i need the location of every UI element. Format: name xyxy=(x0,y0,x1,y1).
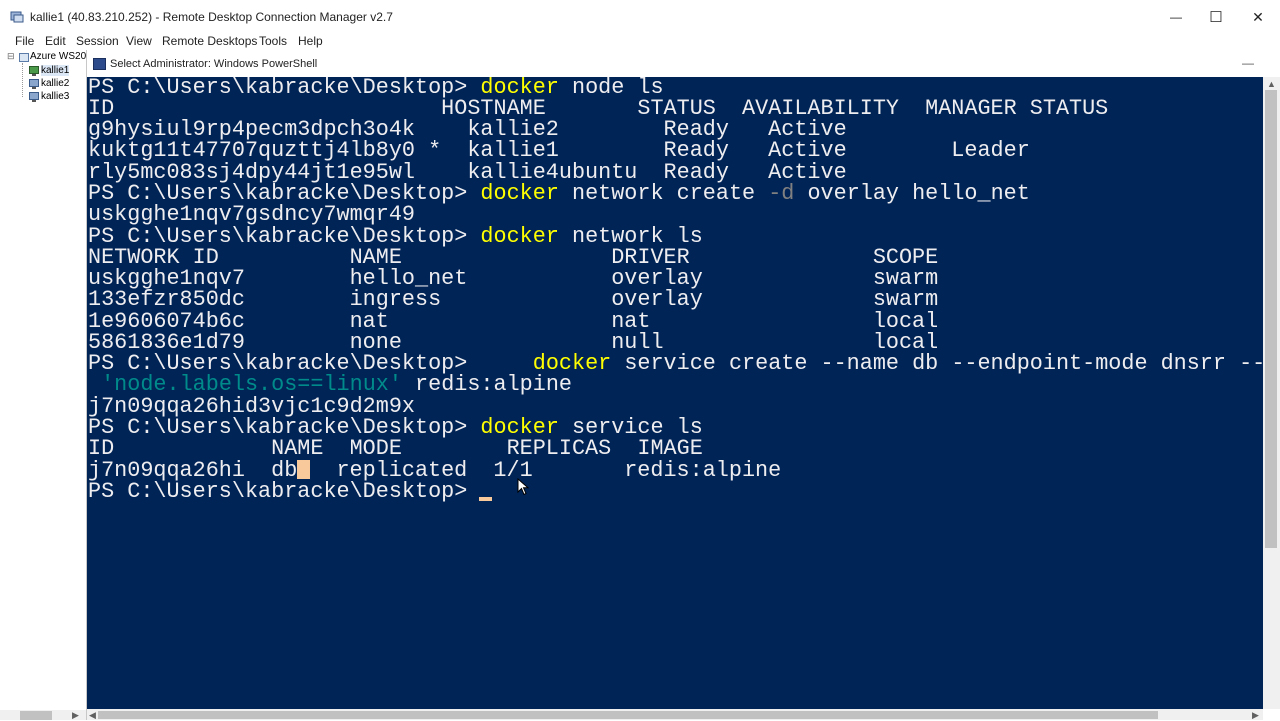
node-row: rly5mc083sj4dpy44jt1e95wl kallie4ubuntu … xyxy=(88,160,847,185)
menu-edit[interactable]: Edit xyxy=(45,34,66,48)
console-line: PS C:\Users\kabracke\Desktop> docker ser… xyxy=(88,417,703,439)
mouse-pointer-icon xyxy=(517,478,529,496)
minimize-icon: — xyxy=(1170,10,1182,24)
node-table-header: ID HOSTNAME STATUS AVAILABILITY MANAGER … xyxy=(88,96,1109,121)
menu-view[interactable]: View xyxy=(126,34,152,48)
node-row: kuktg11t47707quzttj4lb8y0 * kallie1 Read… xyxy=(88,138,1030,163)
console-line: PS C:\Users\kabracke\Desktop> xyxy=(88,479,481,504)
service-row: j7n09qqa26hi db replicated 1/1 redis:alp… xyxy=(88,458,782,483)
scroll-up-icon[interactable]: ▲ xyxy=(1267,79,1276,89)
server-icon xyxy=(29,79,39,89)
console-line: 'node.labels.os==linux' redis:alpine xyxy=(88,372,572,397)
scroll-right-icon[interactable]: ▶ xyxy=(1252,710,1259,721)
tree-server-kallie1[interactable]: kallie1 xyxy=(41,65,70,76)
network-row: 5861836e1d79 none null local xyxy=(88,330,939,355)
prompt: PS C:\Users\kabracke\Desktop> xyxy=(88,479,481,504)
remote-window-title: Select Administrator: Windows PowerShell xyxy=(110,58,318,70)
command-args: network create xyxy=(558,181,769,206)
close-button[interactable]: ✕ xyxy=(1235,0,1280,34)
console-line: PS C:\Users\kabracke\Desktop> docker ser… xyxy=(88,351,1263,376)
command-parameter: -d xyxy=(768,181,795,206)
service-table-header: ID NAME MODE REPLICAS IMAGE xyxy=(88,436,703,461)
menu-tools[interactable]: Tools xyxy=(259,34,287,48)
tree-server-kallie2[interactable]: kallie2 xyxy=(41,78,69,89)
server-connected-icon xyxy=(29,66,39,76)
tree-group-azure[interactable]: Azure WS20 xyxy=(30,51,86,62)
menu-session[interactable]: Session xyxy=(76,34,119,48)
network-row: 133efzr850dc ingress overlay swarm xyxy=(88,287,939,312)
scroll-left-icon[interactable]: ◀ xyxy=(89,710,96,721)
rdcman-app-icon xyxy=(10,11,24,23)
remote-minimize-icon[interactable]: — xyxy=(1242,56,1254,70)
network-table-header: NETWORK ID NAME DRIVER SCOPE xyxy=(88,245,939,270)
window-title: kallie1 (40.83.210.252) - Remote Desktop… xyxy=(30,10,393,24)
command-args: redis:alpine xyxy=(401,372,572,397)
node-row: g9hysiul9rp4pecm3dpch3o4k kallie2 Ready … xyxy=(88,117,847,142)
vertical-scroll-thumb[interactable] xyxy=(1265,90,1277,548)
menu-remote-desktops[interactable]: Remote Desktops xyxy=(162,34,257,48)
powershell-icon xyxy=(93,58,106,70)
command-name: docker xyxy=(480,181,559,206)
tree-scroll-thumb[interactable] xyxy=(20,711,52,720)
tree-connector xyxy=(22,63,23,97)
maximize-button[interactable]: ☐ xyxy=(1193,0,1239,34)
group-icon xyxy=(19,53,29,62)
command-args: service create --name db --endpoint-mode… xyxy=(611,351,1263,376)
menu-file[interactable]: File xyxy=(15,34,34,48)
tree-collapse-icon[interactable]: ⊟ xyxy=(7,51,15,62)
maximize-icon: ☐ xyxy=(1209,9,1223,26)
powershell-console[interactable]: PS C:\Users\kabracke\Desktop> docker nod… xyxy=(87,77,1263,709)
command-output: uskgghe1nqv7gsdncy7wmqr49 xyxy=(88,202,416,227)
server-icon xyxy=(29,92,39,102)
console-line: PS C:\Users\kabracke\Desktop> docker nod… xyxy=(88,77,664,98)
console-line: PS C:\Users\kabracke\Desktop> docker net… xyxy=(88,226,703,248)
selection-highlight xyxy=(297,460,311,479)
menu-help[interactable]: Help xyxy=(298,34,323,48)
horizontal-scroll-thumb[interactable] xyxy=(98,711,1158,719)
network-row: 1e9606074b6c nat nat local xyxy=(88,309,939,334)
tree-server-kallie3[interactable]: kallie3 xyxy=(41,91,69,102)
command-output: j7n09qqa26hid3vjc1c9d2m9x xyxy=(88,394,416,419)
text-cursor xyxy=(479,497,492,501)
command-args: overlay hello_net xyxy=(794,181,1030,206)
close-icon: ✕ xyxy=(1252,8,1264,25)
network-row: uskgghe1nqv7 hello_net overlay swarm xyxy=(88,266,939,291)
console-line: PS C:\Users\kabracke\Desktop> docker net… xyxy=(88,181,1030,206)
tree-scroll-right-icon[interactable]: ▶ xyxy=(72,710,79,721)
server-tree xyxy=(0,50,87,720)
